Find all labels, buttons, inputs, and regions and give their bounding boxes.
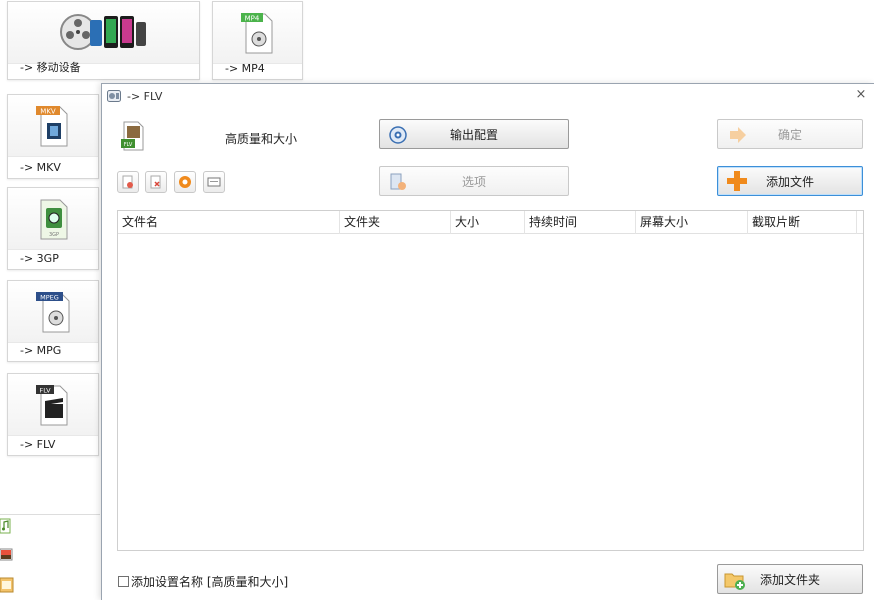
tile-mpg[interactable]: MPEG -> MPG [7, 280, 99, 362]
mkv-badge-text: MKV [40, 107, 56, 115]
tile-art: 3GP [8, 188, 98, 250]
profile-name: 高质量和大小 [225, 132, 298, 146]
file-list[interactable]: 文件名 文件夹 大小 持续时间 屏幕大小 截取片断 [117, 210, 864, 551]
add-profile-name-option: 添加设置名称 [高质量和大小] [118, 573, 288, 590]
film-reel-phones-icon [59, 13, 146, 50]
dialog-title: -> FLV [127, 89, 163, 103]
column-header-duration[interactable]: 持续时间 [525, 211, 636, 234]
tile-label: -> MPG [20, 344, 62, 357]
app-icon [107, 90, 121, 102]
flv-file-icon: FLV [36, 384, 68, 425]
flv-profile-badge-text: FLV [124, 142, 133, 148]
3gp-badge-text: 3GP [49, 232, 59, 238]
remove-file-icon [122, 175, 133, 189]
tile-label: -> 3GP [20, 252, 59, 265]
tile-mkv[interactable]: MKV -> MKV [7, 94, 99, 179]
tile-label: -> MKV [20, 161, 61, 174]
tile-label: -> FLV [20, 438, 56, 451]
tile-label: -> MP4 [225, 62, 265, 75]
3gp-file-icon: 3GP [40, 199, 68, 239]
add-folder-button[interactable]: 添加文件夹 [717, 564, 863, 594]
column-header-screen-size[interactable]: 屏幕大小 [636, 211, 748, 234]
tile-art [8, 2, 199, 64]
play-button[interactable] [174, 171, 196, 193]
flv-badge-text: FLV [39, 386, 51, 394]
options-button[interactable]: 选项 [379, 166, 569, 196]
column-header-filename[interactable]: 文件名 [118, 211, 340, 234]
media-info-icon [207, 177, 221, 187]
add-profile-name-label[interactable]: 添加设置名称 [高质量和大小] [131, 573, 288, 590]
file-list-header: 文件名 文件夹 大小 持续时间 屏幕大小 截取片断 [118, 211, 863, 234]
tile-mobile-device[interactable]: -> 移动设备 [7, 1, 200, 80]
tile-art: FLV [8, 374, 98, 436]
mpeg-badge-text: MPEG [40, 293, 59, 301]
remove-file-button[interactable] [117, 171, 139, 193]
tile-art: MP4 [213, 2, 302, 64]
tile-label: -> 移动设备 [20, 61, 81, 74]
mp4-badge-text: MP4 [244, 14, 259, 22]
output-config-label: 输出配置 [449, 127, 498, 142]
options-label: 选项 [461, 174, 486, 189]
confirm-button[interactable]: 确定 [717, 119, 863, 149]
column-header-folder[interactable]: 文件夹 [340, 211, 451, 234]
column-header-clip[interactable]: 截取片断 [748, 211, 857, 234]
close-button[interactable]: × [854, 88, 868, 102]
document-icon[interactable] [0, 577, 14, 593]
tile-3gp[interactable]: 3GP -> 3GP [7, 187, 99, 270]
output-config-button[interactable]: 输出配置 [379, 119, 569, 149]
tile-mp4[interactable]: MP4 -> MP4 [212, 1, 303, 80]
flv-profile-icon: FLV [121, 121, 144, 151]
music-note-icon[interactable] [0, 518, 14, 534]
add-profile-name-checkbox[interactable] [118, 576, 129, 587]
options-icon [390, 173, 406, 190]
clear-list-button[interactable] [145, 171, 167, 193]
gear-icon [389, 126, 407, 144]
play-icon [179, 176, 191, 188]
mpeg-file-icon: MPEG [36, 291, 70, 332]
confirm-arrow-icon [730, 127, 746, 143]
plus-icon [727, 171, 747, 191]
tile-art: MKV [8, 95, 98, 157]
tile-flv[interactable]: FLV -> FLV [7, 373, 99, 456]
sidebar-divider [0, 514, 100, 515]
media-info-button[interactable] [203, 171, 225, 193]
column-header-size[interactable]: 大小 [451, 211, 525, 234]
picture-icon[interactable] [0, 546, 14, 562]
tile-art: MPEG [8, 281, 98, 343]
mp4-file-icon: MP4 [240, 12, 272, 53]
add-folder-icon [724, 573, 745, 590]
flv-conversion-dialog: -> FLV × FLV 高质量和大小 输出配置 确定 选项 添加文件 文件名 … [101, 83, 874, 600]
clear-list-icon [150, 175, 161, 189]
title-bar[interactable]: -> FLV × [102, 84, 874, 108]
mkv-file-icon: MKV [36, 105, 68, 146]
add-file-button[interactable]: 添加文件 [717, 166, 863, 196]
